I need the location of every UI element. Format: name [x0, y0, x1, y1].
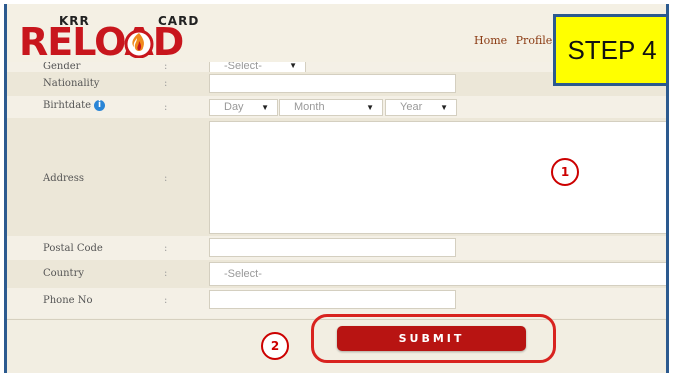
- phone-colon: :: [164, 295, 168, 306]
- year-select-value: Year: [400, 101, 423, 113]
- birthdate-day-select[interactable]: Day ▼: [209, 99, 278, 116]
- chevron-down-icon: ▼: [289, 61, 297, 70]
- country-row: Country : -Select-: [7, 260, 666, 288]
- country-select-value: -Select-: [224, 268, 262, 280]
- birthdate-year-select[interactable]: Year ▼: [385, 99, 457, 116]
- birthdate-month-select[interactable]: Month ▼: [279, 99, 383, 116]
- chevron-down-icon: ▼: [366, 103, 374, 112]
- postal-code-row: Postal Code :: [7, 236, 666, 260]
- country-colon: :: [164, 268, 168, 279]
- nav-profile-link[interactable]: Profile: [516, 34, 553, 47]
- chevron-down-icon: ▼: [440, 103, 448, 112]
- address-textarea[interactable]: [209, 121, 666, 234]
- nationality-input[interactable]: [209, 74, 456, 93]
- phone-label: Phone No: [43, 295, 93, 306]
- address-colon: :: [164, 173, 168, 184]
- day-select-value: Day: [224, 101, 244, 113]
- country-label: Country: [43, 268, 85, 279]
- annotation-marker-1: 1: [551, 158, 579, 186]
- gender-select-value: -Select-: [224, 60, 262, 72]
- nav-home-link[interactable]: Home: [474, 34, 507, 47]
- birthdate-colon: :: [164, 102, 168, 113]
- info-icon[interactable]: i: [94, 100, 106, 111]
- month-select-value: Month: [294, 101, 325, 113]
- birthdate-label-wrap: Birhtdate i: [43, 100, 106, 111]
- chevron-down-icon: ▼: [261, 103, 269, 112]
- postal-code-colon: :: [164, 243, 168, 254]
- birthdate-row: Birhtdate i : Day ▼ Month ▼ Year ▼: [7, 96, 666, 118]
- postal-code-input[interactable]: [209, 238, 456, 257]
- top-nav: Home Profile: [474, 34, 557, 47]
- phone-input[interactable]: [209, 290, 456, 309]
- annotation-marker-2: 2: [261, 332, 289, 360]
- krr-reload-logo[interactable]: KRR CARD RELOAD: [19, 14, 209, 62]
- step-callout: STEP 4: [553, 14, 666, 86]
- nationality-colon: :: [164, 78, 168, 89]
- country-select[interactable]: -Select-: [209, 262, 666, 286]
- birthdate-label: Birhtdate: [43, 100, 92, 111]
- postal-code-label: Postal Code: [43, 243, 103, 254]
- submit-button[interactable]: SUBMIT: [337, 326, 526, 351]
- gender-label: Gender: [43, 61, 81, 72]
- app-frame: KRR CARD RELOAD Home Profile Gender : -S…: [4, 4, 669, 373]
- gender-colon: :: [164, 61, 168, 72]
- address-label: Address: [43, 173, 84, 184]
- nationality-label: Nationality: [43, 78, 100, 89]
